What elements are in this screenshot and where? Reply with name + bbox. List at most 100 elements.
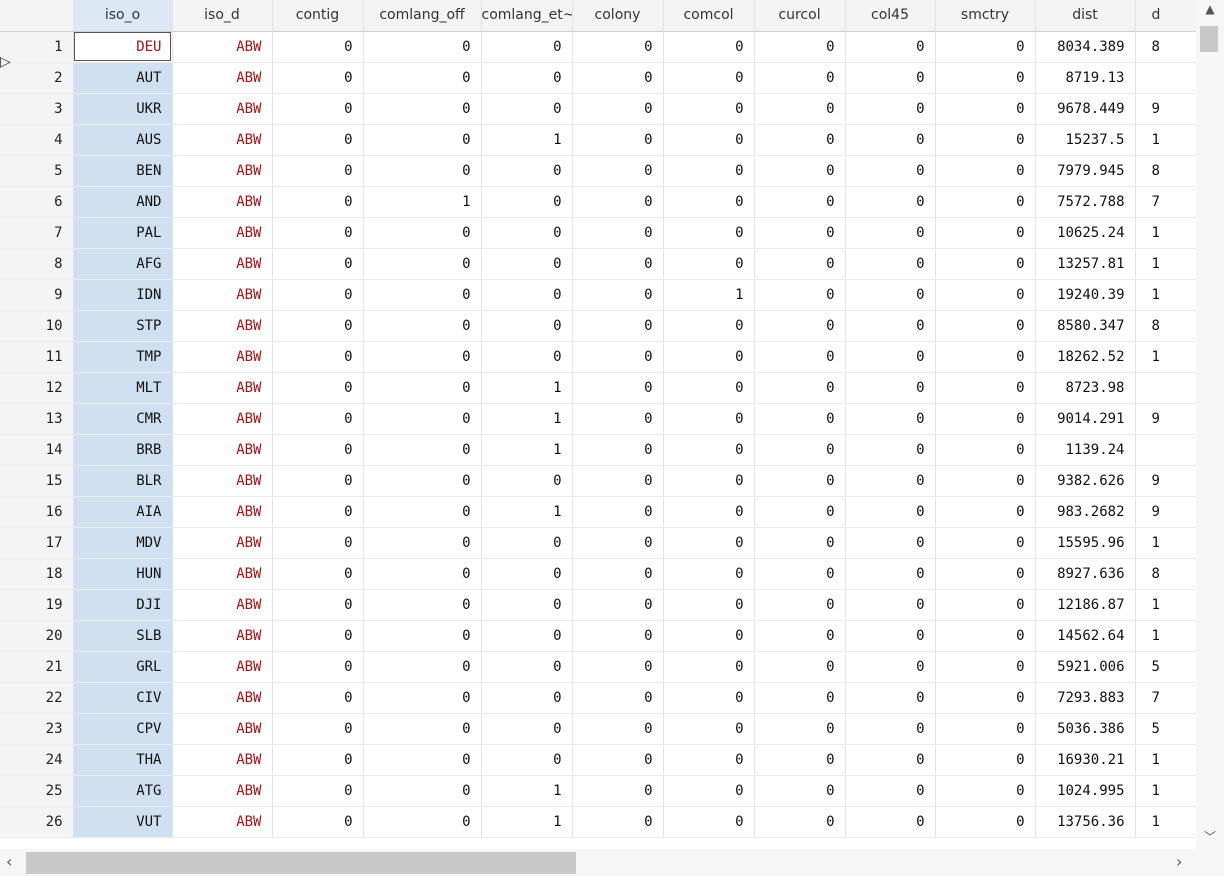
cell-colony[interactable]: 0: [572, 93, 664, 125]
cell-dist[interactable]: 10625.24: [1035, 217, 1136, 249]
cell-dist[interactable]: 983.2682: [1035, 496, 1136, 528]
cell-contig[interactable]: 0: [272, 341, 364, 373]
cell-colony[interactable]: 0: [572, 248, 664, 280]
cell-dist[interactable]: 16930.21: [1035, 744, 1136, 776]
cell-comlang-off[interactable]: 1: [363, 186, 482, 218]
cell-curcol[interactable]: 0: [754, 775, 846, 807]
column-header-comlang-off[interactable]: comlang_off: [363, 0, 482, 32]
cell-col45[interactable]: 0: [845, 186, 936, 218]
cell-iso-d[interactable]: ABW: [172, 465, 273, 497]
cell-next[interactable]: 1: [1135, 248, 1196, 280]
table-row[interactable]: 8 AFG ABW 0 0 0 0 0 0 0 0 13257.81 1: [0, 248, 1196, 280]
column-header-colony[interactable]: colony: [572, 0, 664, 32]
cell-comlang-ethno[interactable]: 0: [481, 248, 573, 280]
cell-comlang-off[interactable]: 0: [363, 279, 482, 311]
cell-contig[interactable]: 0: [272, 775, 364, 807]
cell-colony[interactable]: 0: [572, 279, 664, 311]
cell-smctry[interactable]: 0: [935, 589, 1036, 621]
cell-comlang-off[interactable]: 0: [363, 558, 482, 590]
column-header-comlang-ethno[interactable]: comlang_et~o: [481, 0, 573, 32]
cell-comlang-off[interactable]: 0: [363, 775, 482, 807]
cell-colony[interactable]: 0: [572, 186, 664, 218]
cell-contig[interactable]: 0: [272, 248, 364, 280]
cell-col45[interactable]: 0: [845, 527, 936, 559]
cell-comcol[interactable]: 0: [663, 217, 755, 249]
cell-next[interactable]: 9: [1135, 496, 1196, 528]
cell-iso-o[interactable]: AIA: [73, 496, 173, 528]
cell-smctry[interactable]: 0: [935, 310, 1036, 342]
cell-comlang-off[interactable]: 0: [363, 62, 482, 94]
cell-col45[interactable]: 0: [845, 124, 936, 156]
vertical-scroll-thumb[interactable]: [1200, 26, 1218, 52]
cell-dist[interactable]: 9678.449: [1035, 93, 1136, 125]
cell-comcol[interactable]: 0: [663, 403, 755, 435]
table-row[interactable]: 14 BRB ABW 0 0 1 0 0 0 0 0 1139.24: [0, 434, 1196, 466]
cell-curcol[interactable]: 0: [754, 589, 846, 621]
cell-colony[interactable]: 0: [572, 589, 664, 621]
cell-comlang-ethno[interactable]: 0: [481, 558, 573, 590]
cell-contig[interactable]: 0: [272, 62, 364, 94]
cell-curcol[interactable]: 0: [754, 527, 846, 559]
cell-iso-d[interactable]: ABW: [172, 310, 273, 342]
cell-next[interactable]: 9: [1135, 465, 1196, 497]
cell-iso-d[interactable]: ABW: [172, 620, 273, 652]
cell-comcol[interactable]: 0: [663, 682, 755, 714]
cell-colony[interactable]: 0: [572, 713, 664, 745]
cell-curcol[interactable]: 0: [754, 403, 846, 435]
cell-dist[interactable]: 9382.626: [1035, 465, 1136, 497]
cell-comcol[interactable]: 0: [663, 775, 755, 807]
cell-colony[interactable]: 0: [572, 682, 664, 714]
cell-iso-o[interactable]: THA: [73, 744, 173, 776]
chevron-right-icon[interactable]: ›: [1176, 852, 1182, 871]
cell-comlang-ethno[interactable]: 0: [481, 31, 573, 63]
cell-curcol[interactable]: 0: [754, 744, 846, 776]
cell-comcol[interactable]: 0: [663, 744, 755, 776]
cell-contig[interactable]: 0: [272, 465, 364, 497]
cell-comlang-ethno[interactable]: 0: [481, 465, 573, 497]
table-row[interactable]: 7 PAL ABW 0 0 0 0 0 0 0 0 10625.24 1: [0, 217, 1196, 249]
cell-contig[interactable]: 0: [272, 434, 364, 466]
cell-smctry[interactable]: 0: [935, 682, 1036, 714]
cell-iso-d[interactable]: ABW: [172, 682, 273, 714]
cell-curcol[interactable]: 0: [754, 806, 846, 838]
cell-next[interactable]: 1: [1135, 279, 1196, 311]
cell-dist[interactable]: 15595.96: [1035, 527, 1136, 559]
cell-comlang-ethno[interactable]: 1: [481, 806, 573, 838]
cell-contig[interactable]: 0: [272, 93, 364, 125]
cell-iso-d[interactable]: ABW: [172, 155, 273, 187]
cell-col45[interactable]: 0: [845, 434, 936, 466]
cell-colony[interactable]: 0: [572, 651, 664, 683]
cell-smctry[interactable]: 0: [935, 744, 1036, 776]
cell-next[interactable]: 7: [1135, 682, 1196, 714]
cell-col45[interactable]: 0: [845, 217, 936, 249]
cell-iso-d[interactable]: ABW: [172, 589, 273, 621]
cell-comlang-ethno[interactable]: 0: [481, 62, 573, 94]
cell-comcol[interactable]: 0: [663, 713, 755, 745]
cell-curcol[interactable]: 0: [754, 620, 846, 652]
cell-next[interactable]: 8: [1135, 310, 1196, 342]
cell-iso-o[interactable]: IDN: [73, 279, 173, 311]
cell-comlang-ethno[interactable]: 1: [481, 496, 573, 528]
cell-iso-d[interactable]: ABW: [172, 744, 273, 776]
cell-dist[interactable]: 19240.39: [1035, 279, 1136, 311]
cell-colony[interactable]: 0: [572, 341, 664, 373]
cell-iso-d[interactable]: ABW: [172, 62, 273, 94]
cell-iso-o[interactable]: VUT: [73, 806, 173, 838]
cell-comlang-off[interactable]: 0: [363, 248, 482, 280]
cell-smctry[interactable]: 0: [935, 651, 1036, 683]
cell-comcol[interactable]: 0: [663, 248, 755, 280]
cell-curcol[interactable]: 0: [754, 279, 846, 311]
cell-col45[interactable]: 0: [845, 372, 936, 404]
cell-iso-o[interactable]: GRL: [73, 651, 173, 683]
cell-col45[interactable]: 0: [845, 775, 936, 807]
cell-colony[interactable]: 0: [572, 403, 664, 435]
cell-contig[interactable]: 0: [272, 744, 364, 776]
cell-iso-d[interactable]: ABW: [172, 558, 273, 590]
cell-comlang-ethno[interactable]: 1: [481, 434, 573, 466]
cell-smctry[interactable]: 0: [935, 155, 1036, 187]
cell-iso-d[interactable]: ABW: [172, 713, 273, 745]
cell-comlang-ethno[interactable]: 0: [481, 744, 573, 776]
cell-iso-o[interactable]: SLB: [73, 620, 173, 652]
cell-comcol[interactable]: 0: [663, 589, 755, 621]
cell-next[interactable]: 9: [1135, 403, 1196, 435]
